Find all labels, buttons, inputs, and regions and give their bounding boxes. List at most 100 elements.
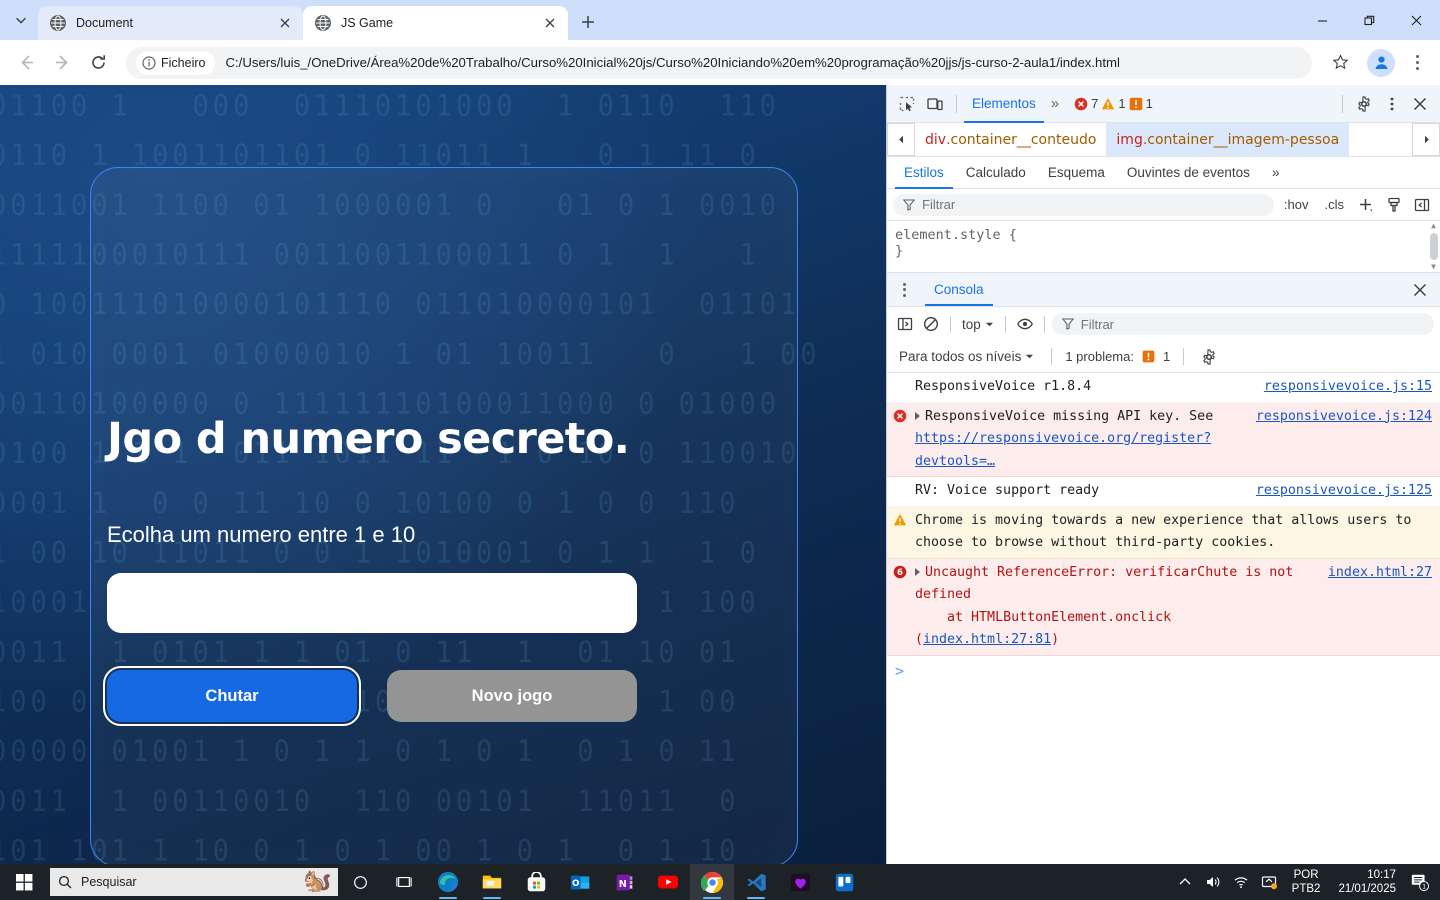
console-inline-link[interactable]: https://responsivevoice.org/register?dev… — [915, 431, 1211, 469]
issue-counter[interactable]: 1 — [1129, 96, 1153, 111]
minimize-button[interactable] — [1299, 0, 1346, 40]
console-settings-button[interactable] — [1197, 345, 1221, 369]
live-expression-button[interactable] — [1013, 312, 1037, 336]
new-tab-button[interactable] — [574, 8, 602, 36]
tab-estilos[interactable]: Estilos — [895, 157, 953, 189]
file-scheme-chip[interactable]: Ficheiro — [136, 50, 216, 75]
tray-onedrive-button[interactable] — [1256, 864, 1282, 900]
device-toolbar-icon — [927, 97, 943, 110]
styles-filter-input[interactable]: Filtrar — [893, 193, 1274, 216]
warning-counter[interactable]: 1 — [1101, 96, 1126, 111]
expand-triangle-icon[interactable] — [915, 567, 920, 576]
console-drawer-menu-button[interactable] — [893, 282, 915, 297]
clear-console-button[interactable] — [919, 312, 943, 336]
tab-close-button[interactable] — [540, 13, 560, 33]
tray-notification-button[interactable]: 1 — [1406, 864, 1434, 900]
console-context-selector[interactable]: top — [958, 317, 998, 332]
tray-overflow-button[interactable] — [1172, 864, 1198, 900]
styles-tabs-more-button[interactable]: » — [1263, 157, 1289, 189]
error-counter[interactable]: 7 — [1074, 96, 1098, 111]
console-drawer-close-button[interactable] — [1406, 277, 1434, 303]
chrome-menu-button[interactable] — [1402, 47, 1432, 79]
taskbar-trello-button[interactable] — [822, 864, 866, 900]
tab-search-dropdown-button[interactable] — [4, 3, 38, 37]
breadcrumb-scroll-right-button[interactable] — [1412, 123, 1440, 156]
tab-document[interactable]: Document — [38, 6, 303, 40]
console-message-log[interactable]: RV: Voice support ready responsivevoice.… — [887, 477, 1440, 507]
hover-state-button[interactable]: :hov — [1278, 197, 1315, 212]
taskbar-heart-app-button[interactable] — [778, 864, 822, 900]
styles-rule-pane[interactable]: element.style { } ▲ ▼ — [887, 221, 1440, 273]
scroll-up-arrow-icon[interactable]: ▲ — [1431, 221, 1436, 231]
console-source-link[interactable]: responsivevoice.js:15 — [1264, 376, 1432, 399]
tab-esquema[interactable]: Esquema — [1039, 157, 1114, 189]
bookmark-button[interactable] — [1324, 47, 1356, 79]
taskbar-widgets-button[interactable] — [382, 864, 426, 900]
console-input-prompt[interactable]: > — [887, 656, 1440, 686]
breadcrumb-div-container-conteudo[interactable]: div .container__conteudo — [915, 123, 1106, 156]
inspect-element-button[interactable] — [893, 91, 921, 117]
chutar-button[interactable]: Chutar — [103, 666, 361, 726]
address-bar[interactable]: Ficheiro C:/Users/luis_/OneDrive/Área%20… — [126, 46, 1312, 79]
taskbar-task-view-button[interactable] — [338, 864, 382, 900]
guess-input[interactable] — [107, 573, 637, 633]
reload-button[interactable] — [82, 47, 114, 79]
console-message-error[interactable]: 6 Uncaught ReferenceError: verificarChut… — [887, 558, 1440, 656]
tab-js-game[interactable]: JS Game — [303, 6, 568, 40]
computed-styles-button[interactable] — [1382, 193, 1406, 217]
taskbar-vscode-button[interactable] — [734, 864, 778, 900]
console-source-link[interactable]: responsivevoice.js:124 — [1256, 406, 1432, 429]
tray-language-indicator[interactable]: POR PTB2 — [1284, 868, 1329, 896]
breadcrumb-img-container-imagem-pessoa[interactable]: img .container__imagem-pessoa — [1106, 123, 1350, 156]
console-message-log[interactable]: ResponsiveVoice r1.8.4 responsivevoice.j… — [887, 373, 1440, 403]
scroll-down-arrow-icon[interactable]: ▼ — [1431, 262, 1436, 272]
taskbar-microsoft-store-button[interactable] — [514, 864, 558, 900]
taskbar-chrome-button[interactable] — [690, 864, 734, 900]
console-filter-input[interactable]: Filtrar — [1051, 313, 1434, 335]
console-sidebar-toggle-button[interactable] — [893, 312, 917, 336]
back-button[interactable] — [10, 47, 42, 79]
toggle-styles-sidebar-button[interactable] — [1410, 193, 1434, 217]
console-message-error[interactable]: ResponsiveVoice missing API key. See htt… — [887, 402, 1440, 477]
console-source-link[interactable]: index.html:27 — [1328, 562, 1432, 585]
heart-icon — [790, 873, 810, 891]
new-style-rule-button[interactable] — [1354, 193, 1378, 217]
console-source-link[interactable]: responsivevoice.js:125 — [1256, 480, 1432, 503]
styles-scrollbar[interactable]: ▲ ▼ — [1427, 221, 1440, 272]
tab-consola[interactable]: Consola — [925, 274, 993, 306]
start-button[interactable] — [0, 864, 48, 900]
tab-ouvintes-de-eventos[interactable]: Ouvintes de eventos — [1118, 157, 1259, 189]
close-window-button[interactable] — [1393, 0, 1440, 40]
device-toolbar-button[interactable] — [921, 91, 949, 117]
expand-triangle-icon[interactable] — [915, 411, 920, 420]
profile-button[interactable] — [1367, 48, 1395, 77]
console-inline-link[interactable]: index.html:27:81 — [923, 632, 1051, 647]
tray-clock[interactable]: 10:17 21/01/2025 — [1330, 868, 1404, 896]
scrollbar-thumb[interactable] — [1429, 233, 1438, 260]
taskbar-file-explorer-button[interactable] — [470, 864, 514, 900]
tab-elementos[interactable]: Elementos — [964, 85, 1044, 123]
console-level-selector[interactable]: Para todos os níveis — [895, 349, 1038, 364]
tray-wifi-button[interactable] — [1228, 864, 1254, 900]
taskbar-outlook-button[interactable]: O — [558, 864, 602, 900]
taskbar-youtube-button[interactable] — [646, 864, 690, 900]
taskbar-onenote-button[interactable]: N — [602, 864, 646, 900]
taskbar-edge-button[interactable] — [426, 864, 470, 900]
devtools-more-tabs-button[interactable]: » — [1044, 95, 1066, 112]
console-message-list[interactable]: ResponsiveVoice r1.8.4 responsivevoice.j… — [887, 373, 1440, 864]
forward-button[interactable] — [46, 47, 78, 79]
element-classes-button[interactable]: .cls — [1319, 197, 1351, 212]
breadcrumb-scroll-left-button[interactable] — [887, 123, 915, 156]
tab-calculado[interactable]: Calculado — [957, 157, 1035, 189]
console-issues-label[interactable]: 1 problema: — [1065, 349, 1134, 364]
url-text: C:/Users/luis_/OneDrive/Área%20de%20Trab… — [225, 55, 1120, 70]
devtools-settings-button[interactable] — [1350, 91, 1378, 117]
taskbar-search-box[interactable]: Pesquisar 🐿️ — [50, 868, 338, 896]
devtools-close-button[interactable] — [1406, 91, 1434, 117]
tab-close-button[interactable] — [275, 13, 295, 33]
console-message-warning[interactable]: Chrome is moving towards a new experienc… — [887, 506, 1440, 559]
restore-button[interactable] — [1346, 0, 1393, 40]
tray-volume-button[interactable] — [1200, 864, 1226, 900]
devtools-menu-button[interactable] — [1378, 91, 1406, 117]
novo-jogo-button[interactable]: Novo jogo — [387, 670, 637, 722]
